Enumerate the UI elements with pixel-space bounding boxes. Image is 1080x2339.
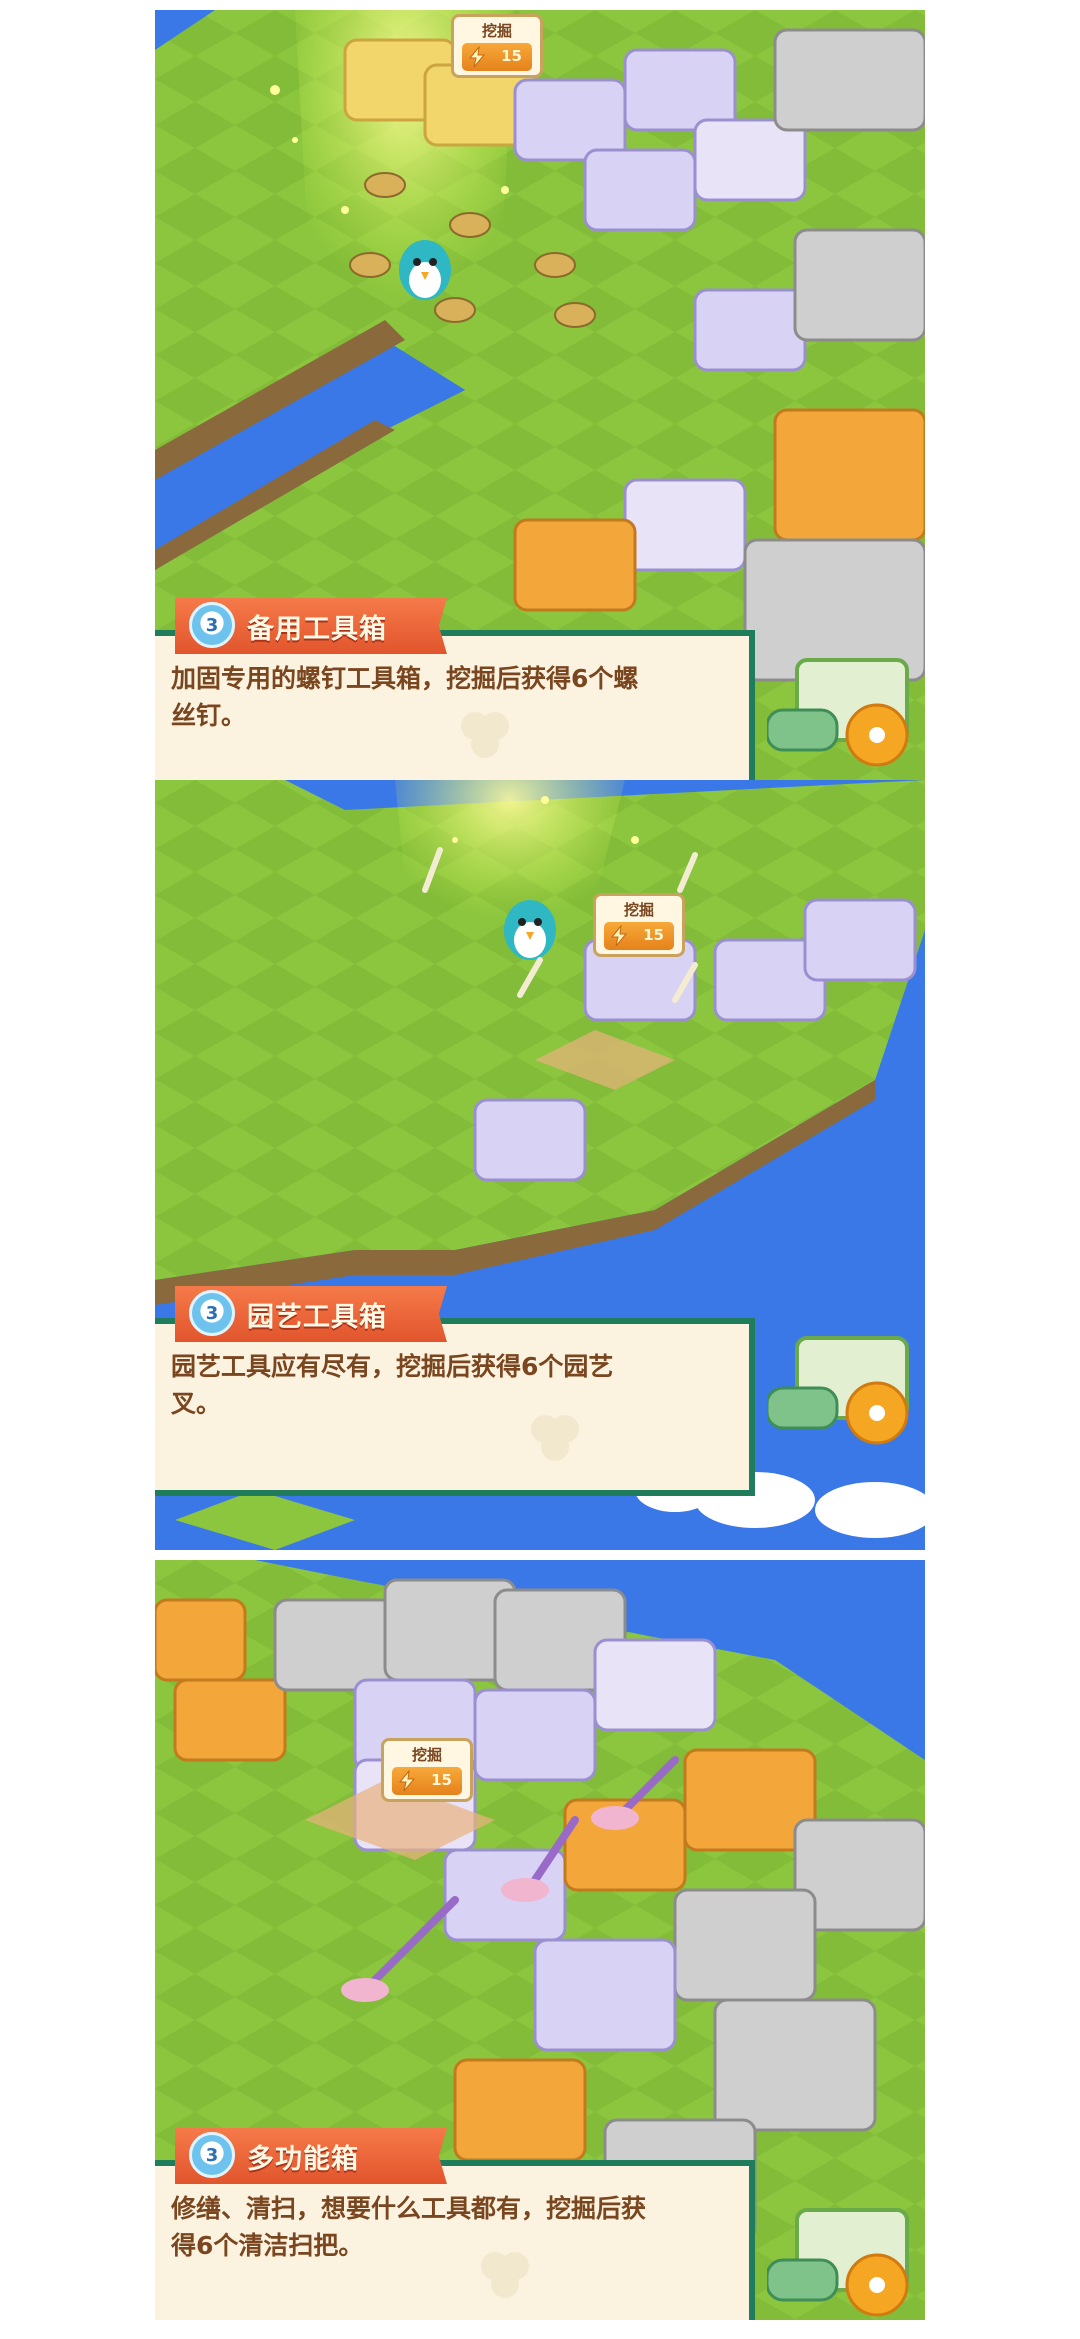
item-name: 备用工具箱 bbox=[247, 614, 387, 645]
panel-multi-toolbox: 挖掘 15 修缮、清扫，想要什么工具都有，挖掘后获 得6个清洁扫把。 3 多功能… bbox=[155, 1560, 925, 2320]
dig-label: 挖掘 bbox=[481, 22, 512, 40]
item-name: 园艺工具箱 bbox=[247, 1302, 387, 1333]
level-number: 3 bbox=[205, 2144, 219, 2166]
map-binoculars-icon[interactable] bbox=[767, 1328, 917, 1448]
item-description: 园艺工具应有尽有，挖掘后获得6个园艺 叉。 bbox=[171, 1352, 614, 1418]
item-description: 修缮、清扫，想要什么工具都有，挖掘后获 得6个清洁扫把。 bbox=[171, 2194, 647, 2260]
item-info-dialog: 修缮、清扫，想要什么工具都有，挖掘后获 得6个清洁扫把。 bbox=[155, 2160, 755, 2320]
lightning-icon bbox=[610, 925, 628, 947]
dig-cost: 15 bbox=[431, 1771, 452, 1789]
dig-tag[interactable]: 挖掘 15 bbox=[381, 1738, 473, 1802]
level-badge: 3 bbox=[189, 1290, 235, 1336]
level-badge: 3 bbox=[189, 2132, 235, 2178]
level-badge: 3 bbox=[189, 602, 235, 648]
dig-cost-box: 15 bbox=[604, 922, 674, 950]
game-screenshot-collage: 挖掘 15 加固专用的螺钉工具箱，挖掘后获得6个螺 丝钉。 3 备用工具箱 挖掘… bbox=[0, 0, 1080, 2339]
dig-cost-box: 15 bbox=[392, 1767, 462, 1795]
dig-tag[interactable]: 挖掘 15 bbox=[593, 893, 685, 957]
bird-character bbox=[504, 900, 556, 960]
level-number: 3 bbox=[205, 614, 219, 636]
dig-label: 挖掘 bbox=[411, 1746, 442, 1764]
item-description: 加固专用的螺钉工具箱，挖掘后获得6个螺 丝钉。 bbox=[171, 664, 639, 730]
item-title-banner: 3 备用工具箱 bbox=[175, 598, 447, 654]
lightning-icon bbox=[398, 1770, 416, 1792]
dig-cost-box: 15 bbox=[462, 43, 532, 71]
lightning-icon bbox=[468, 46, 486, 68]
dig-label: 挖掘 bbox=[623, 901, 654, 919]
item-name: 多功能箱 bbox=[247, 2144, 359, 2175]
map-binoculars-icon[interactable] bbox=[767, 650, 917, 770]
panel-spare-toolbox: 挖掘 15 加固专用的螺钉工具箱，挖掘后获得6个螺 丝钉。 3 备用工具箱 bbox=[155, 10, 925, 780]
dig-tag[interactable]: 挖掘 15 bbox=[451, 14, 543, 78]
dig-cost: 15 bbox=[501, 47, 522, 65]
item-title-banner: 3 多功能箱 bbox=[175, 2128, 447, 2184]
bird-character bbox=[399, 240, 451, 300]
dig-cost: 15 bbox=[643, 926, 664, 944]
map-binoculars-icon[interactable] bbox=[767, 2200, 917, 2320]
level-number: 3 bbox=[205, 1302, 219, 1324]
panel-garden-toolbox: 挖掘 15 园艺工具应有尽有，挖掘后获得6个园艺 叉。 3 园艺工具箱 bbox=[155, 780, 925, 1550]
item-title-banner: 3 园艺工具箱 bbox=[175, 1286, 447, 1342]
item-info-dialog: 园艺工具应有尽有，挖掘后获得6个园艺 叉。 bbox=[155, 1318, 755, 1496]
